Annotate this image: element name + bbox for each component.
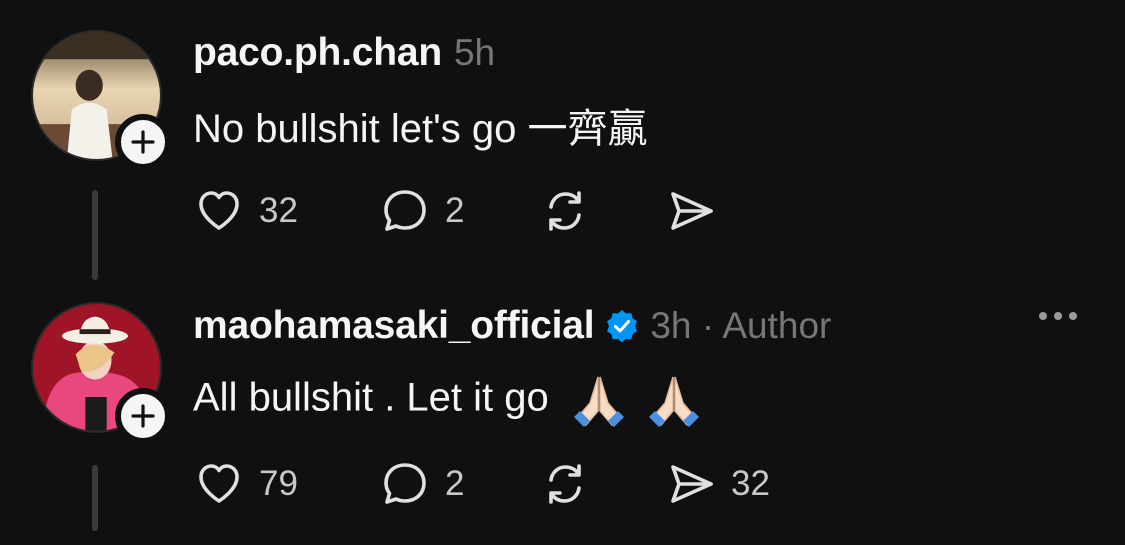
timestamp-author-label: 3h · Author bbox=[650, 305, 832, 346]
repost-button[interactable] bbox=[539, 459, 665, 509]
repost-button[interactable] bbox=[539, 186, 665, 236]
action-bar: 32 2 bbox=[193, 186, 825, 236]
reply-button[interactable]: 2 bbox=[379, 459, 539, 509]
repost-icon bbox=[549, 191, 581, 231]
thread-line bbox=[92, 465, 98, 531]
follow-button[interactable] bbox=[115, 388, 171, 444]
post-header: maohamasaki_official 3h · Author bbox=[193, 303, 831, 349]
heart-icon bbox=[199, 191, 239, 230]
like-button[interactable]: 79 bbox=[193, 459, 379, 509]
reply-post: paco.ph.chan 5h No bullshit let's go 一齊贏… bbox=[0, 0, 1125, 285]
share-button[interactable] bbox=[665, 186, 825, 236]
folded-hands-icon bbox=[573, 376, 624, 427]
reply-count: 2 bbox=[445, 464, 465, 503]
like-button[interactable]: 32 bbox=[193, 186, 379, 236]
folded-hands-icon bbox=[649, 376, 699, 427]
send-icon bbox=[671, 465, 713, 503]
username[interactable]: paco.ph.chan bbox=[193, 31, 442, 75]
heart-icon bbox=[199, 464, 239, 503]
comment-icon bbox=[384, 463, 426, 504]
more-options-button[interactable] bbox=[1039, 312, 1077, 320]
repost-icon bbox=[549, 464, 581, 504]
like-count: 32 bbox=[259, 191, 298, 230]
send-icon bbox=[671, 192, 713, 230]
post-header: paco.ph.chan 5h bbox=[193, 30, 495, 76]
dot-icon bbox=[1069, 312, 1077, 320]
reply-count: 2 bbox=[445, 191, 465, 230]
author-reply-post: maohamasaki_official 3h · Author All bul… bbox=[0, 285, 1125, 545]
share-count: 32 bbox=[731, 464, 770, 503]
plus-icon bbox=[131, 404, 155, 428]
reply-button[interactable]: 2 bbox=[379, 186, 539, 236]
action-bar: 79 2 32 bbox=[193, 459, 825, 509]
follow-button[interactable] bbox=[115, 114, 171, 170]
plus-icon bbox=[131, 130, 155, 154]
comment-icon bbox=[384, 190, 426, 231]
post-text: All bullshit . Let it go bbox=[193, 375, 549, 420]
timestamp: 5h bbox=[453, 32, 496, 73]
thread-line bbox=[92, 190, 98, 280]
post-text-row: All bullshit . Let it go bbox=[193, 371, 703, 429]
post-text: No bullshit let's go 一齊贏 bbox=[193, 107, 648, 151]
verified-badge-icon bbox=[607, 310, 638, 343]
dot-icon bbox=[1054, 312, 1062, 320]
dot-icon bbox=[1039, 312, 1047, 320]
share-button[interactable]: 32 bbox=[665, 459, 825, 509]
like-count: 79 bbox=[259, 464, 298, 503]
username[interactable]: maohamasaki_official bbox=[193, 304, 595, 348]
